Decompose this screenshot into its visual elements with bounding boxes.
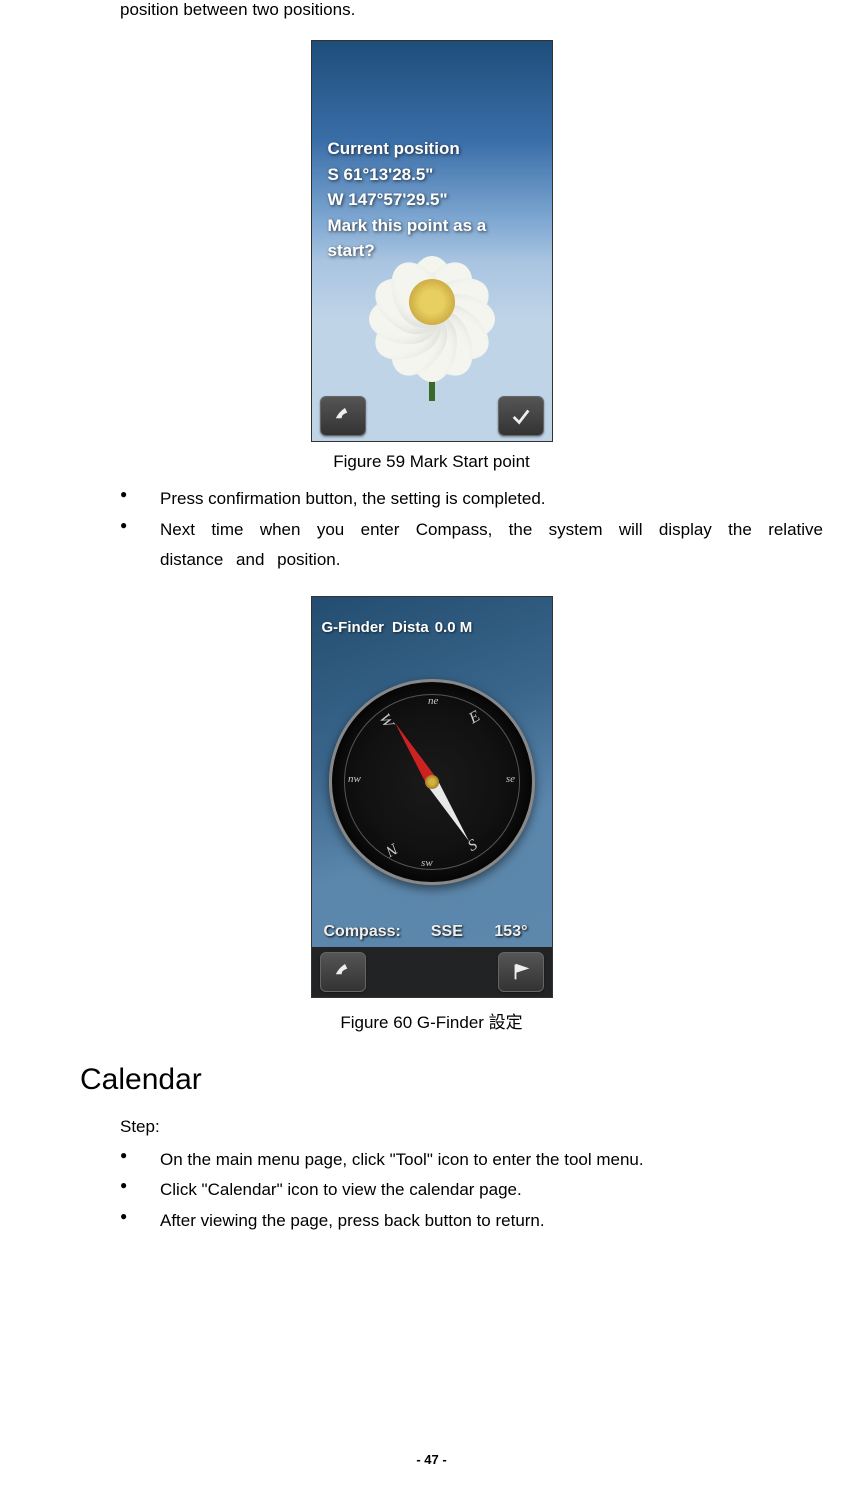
confirm-button[interactable]	[498, 396, 544, 436]
dir-e: E	[467, 707, 484, 727]
longitude-value: W 147°57'29.5"	[328, 187, 536, 213]
compass-pivot	[425, 775, 439, 789]
figure59-caption: Figure 59 Mark Start point	[40, 452, 823, 472]
bullet-item: Press confirmation button, the setting i…	[120, 484, 823, 515]
compass-direction: SSE	[431, 923, 463, 941]
bullet-item: Click "Calendar" icon to view the calend…	[120, 1175, 823, 1206]
back-arrow-icon	[332, 961, 354, 983]
gfinder-label: G-Finder	[322, 619, 385, 636]
compass-label: Compass:	[324, 923, 401, 941]
current-position-label: Current position	[328, 136, 536, 162]
bullet-item: On the main menu page, click "Tool" icon…	[120, 1145, 823, 1176]
figure60-caption: Figure 60 G-Finder 設定	[40, 1008, 823, 1033]
page-number: - 47 -	[0, 1452, 863, 1467]
compass-readout: Compass: SSE 153°	[324, 923, 540, 941]
checkmark-icon	[510, 405, 532, 427]
compass-degrees: 153°	[494, 923, 527, 941]
back-button[interactable]	[320, 396, 366, 436]
figure59-screenshot: Current position S 61°13'28.5" W 147°57'…	[311, 40, 553, 442]
dir-se: se	[506, 773, 515, 785]
mark-point-dialog: Current position S 61°13'28.5" W 147°57'…	[328, 136, 536, 264]
step-label: Step:	[120, 1117, 823, 1137]
section-heading-calendar: Calendar	[80, 1063, 823, 1097]
bullet-list-2: On the main menu page, click "Tool" icon…	[120, 1145, 823, 1237]
latitude-value: S 61°13'28.5"	[328, 162, 536, 188]
dir-ne: ne	[428, 695, 438, 707]
bullet-item: Next time when you enter Compass, the sy…	[120, 515, 823, 576]
back-button[interactable]	[320, 952, 366, 992]
gfinder-header: G-Finder Dista 0.0 M	[322, 619, 542, 636]
bullet-list-1: Press confirmation button, the setting i…	[120, 484, 823, 576]
bullet-item: After viewing the page, press back butto…	[120, 1206, 823, 1237]
compass-dial: N E S W ne se sw nw	[329, 679, 535, 885]
back-arrow-icon	[332, 405, 354, 427]
distance-value: 0.0 M	[435, 619, 473, 636]
distance-label: Dista	[392, 619, 429, 636]
intro-text: position between two positions.	[40, 0, 823, 20]
dir-sw: sw	[421, 857, 433, 869]
flag-icon	[510, 961, 532, 983]
dir-nw: nw	[348, 773, 361, 785]
mark-question-line1: Mark this point as a	[328, 213, 536, 239]
figure60-screenshot: G-Finder Dista 0.0 M N E S W ne se sw nw…	[311, 596, 553, 998]
dir-n: N	[382, 839, 400, 860]
flag-button[interactable]	[498, 952, 544, 992]
mark-question-line2: start?	[328, 238, 536, 264]
